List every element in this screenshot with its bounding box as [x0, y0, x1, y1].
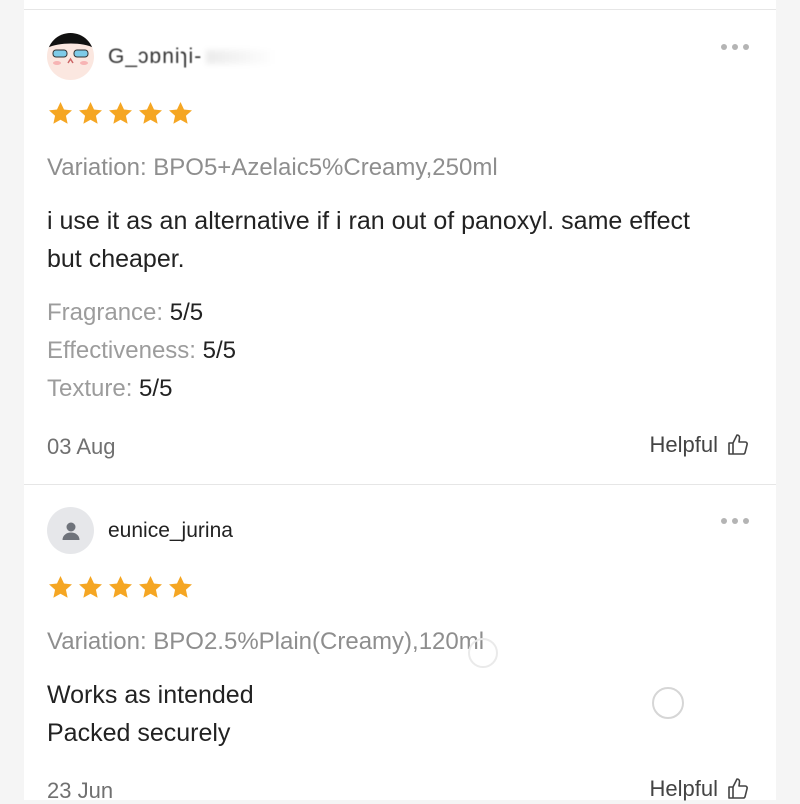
star-icon [79, 102, 102, 124]
avatar[interactable] [47, 33, 94, 80]
star-icon [139, 102, 162, 124]
star-rating [46, 99, 195, 128]
review-date: 03 Aug [47, 434, 116, 459]
review-text: Works as intended Packed securely [47, 676, 762, 752]
star-rating [46, 573, 195, 602]
attribute-value: 5/5 [139, 375, 173, 402]
thumbs-up-icon [728, 434, 748, 455]
review-card: G_ɔɒniɿi- Variation: BPO5+Azelaic5%Cream… [24, 0, 776, 484]
star-icon [109, 102, 132, 124]
attribute-effectiveness: Effectiveness: 5/5 [47, 332, 236, 370]
review-text: i use it as an alternative if i ran out … [47, 202, 762, 278]
review-text-line: but cheaper. [47, 245, 185, 273]
helpful-label: Helpful [649, 776, 718, 801]
review-variation: Variation: BPO5+Azelaic5%Creamy,250ml [47, 154, 498, 181]
more-dots-icon[interactable] [721, 42, 755, 52]
attribute-value: 5/5 [202, 337, 237, 364]
star-icon [49, 102, 72, 124]
helpful-button[interactable]: Helpful [650, 432, 750, 458]
helpful-button[interactable]: Helpful [650, 776, 750, 802]
attribute-fragrance: Fragrance: 5/5 [47, 294, 203, 332]
more-dots-icon[interactable] [721, 516, 755, 526]
user-icon [62, 522, 79, 540]
attribute-value: 5/5 [169, 299, 204, 326]
avatar[interactable] [47, 507, 94, 554]
review-variation: Variation: BPO2.5%Plain(Creamy),120ml [47, 628, 485, 655]
review-date: 23 Jun [47, 778, 114, 803]
touch-indicator [468, 638, 498, 668]
star-icon [79, 576, 102, 598]
helpful-label: Helpful [649, 432, 718, 457]
review-text-line: Packed securely [47, 719, 231, 747]
review-username[interactable]: eunice_jurina [108, 519, 233, 543]
review-text-line: i use it as an alternative if i ran out … [47, 207, 690, 235]
review-card: eunice_jurina Variation: BPO2.5%Plain(Cr… [24, 485, 776, 803]
review-username[interactable]: G_ɔɒniɿi- [108, 45, 276, 69]
attribute-texture: Texture: 5/5 [47, 370, 172, 408]
star-icon [169, 576, 192, 598]
attribute-key: Effectiveness: [47, 337, 196, 364]
star-icon [139, 576, 162, 598]
touch-indicator [652, 687, 684, 719]
star-icon [169, 102, 192, 124]
attribute-key: Texture: [47, 375, 133, 402]
thumbs-up-icon [728, 778, 748, 799]
attribute-key: Fragrance: [47, 299, 164, 326]
star-icon [49, 576, 72, 598]
star-icon [109, 576, 132, 598]
